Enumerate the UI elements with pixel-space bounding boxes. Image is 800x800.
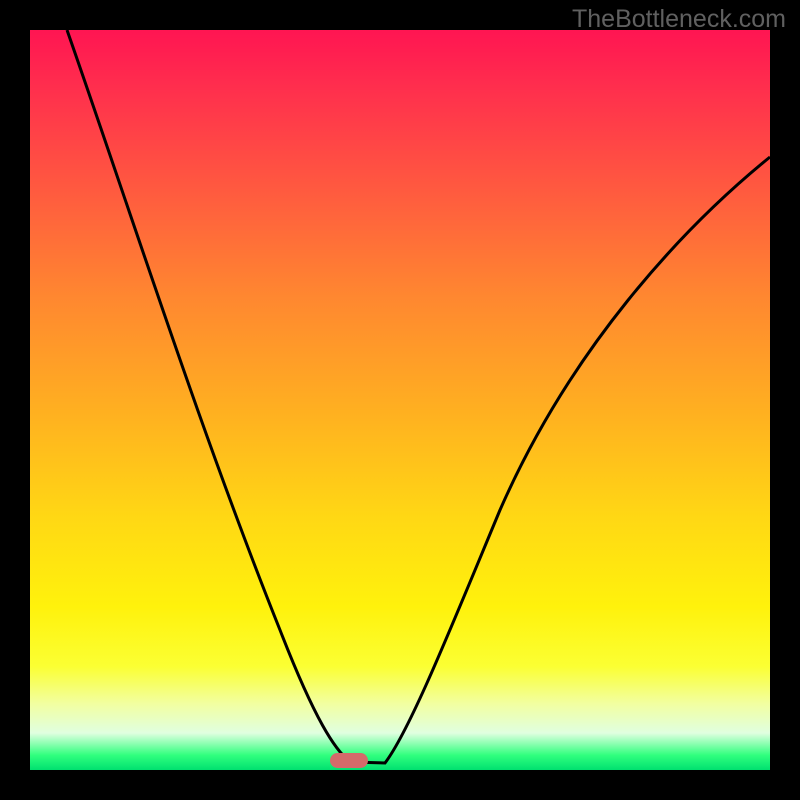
chart-curve-layer [30,30,770,770]
watermark-text: TheBottleneck.com [572,5,786,34]
bottleneck-curve-path [67,30,770,763]
bottleneck-marker [330,753,368,768]
chart-plot-area [30,30,770,770]
